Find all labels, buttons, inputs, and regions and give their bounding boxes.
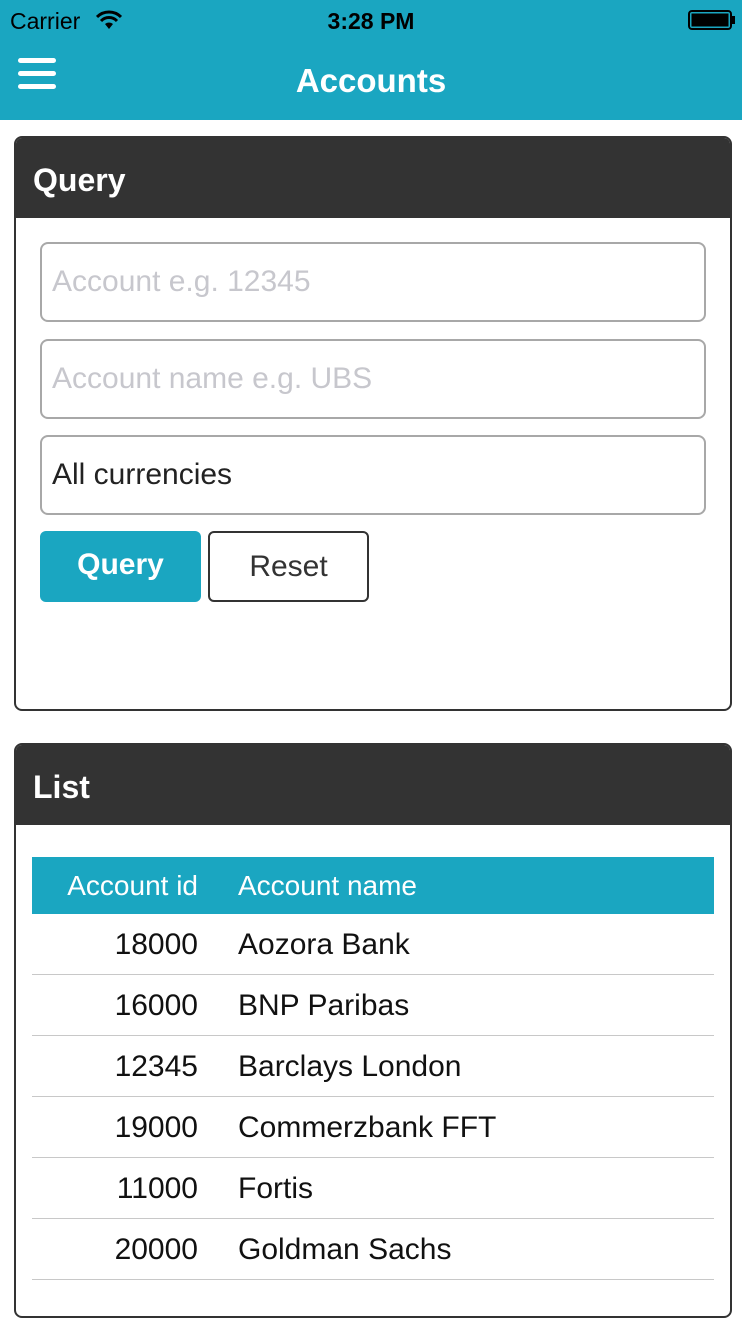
account-name-cell: Commerzbank FFT: [238, 1111, 497, 1144]
account-name-cell: Goldman Sachs: [238, 1233, 452, 1266]
account-name-input[interactable]: [40, 339, 706, 419]
table-row[interactable]: 12345 Barclays London: [32, 1036, 714, 1097]
table-row[interactable]: 20000 Goldman Sachs: [32, 1219, 714, 1280]
table-row[interactable]: 16000 BNP Paribas: [32, 975, 714, 1036]
status-bar: Carrier 3:28 PM: [0, 0, 742, 40]
battery-icon: [688, 10, 735, 30]
account-name-cell: Fortis: [238, 1172, 313, 1205]
list-panel-title: List: [16, 745, 730, 825]
clock: 3:28 PM: [327, 8, 415, 34]
currency-select[interactable]: All currencies: [40, 435, 706, 515]
table-row[interactable]: 11000 Fortis: [32, 1158, 714, 1219]
account-name-cell: Aozora Bank: [238, 928, 410, 961]
column-header-account-name: Account name: [238, 870, 417, 901]
account-id-cell: 16000: [114, 989, 198, 1022]
reset-button[interactable]: Reset: [208, 531, 369, 602]
account-name-cell: Barclays London: [238, 1050, 462, 1083]
column-header-account-id: Account id: [67, 870, 198, 901]
list-panel: List Account id Account name 18000 Aozor…: [14, 743, 732, 1318]
query-panel-title: Query: [16, 138, 730, 218]
accounts-table: Account id Account name 18000 Aozora Ban…: [32, 857, 714, 1280]
account-id-input[interactable]: [40, 242, 706, 322]
account-name-cell: BNP Paribas: [238, 989, 410, 1022]
account-id-cell: 12345: [114, 1050, 198, 1083]
account-id-cell: 18000: [114, 928, 198, 961]
account-id-cell: 20000: [114, 1233, 198, 1266]
table-row[interactable]: 19000 Commerzbank FFT: [32, 1097, 714, 1158]
query-panel: Query All currencies Query Reset: [14, 136, 732, 711]
account-id-cell: 11000: [116, 1172, 198, 1205]
page-title: Accounts: [295, 62, 447, 99]
account-id-cell: 19000: [114, 1111, 198, 1144]
table-row[interactable]: 18000 Aozora Bank: [32, 914, 714, 975]
query-button[interactable]: Query: [40, 531, 201, 602]
table-header: Account id Account name: [32, 857, 714, 914]
navigation-bar: Accounts: [0, 40, 742, 120]
